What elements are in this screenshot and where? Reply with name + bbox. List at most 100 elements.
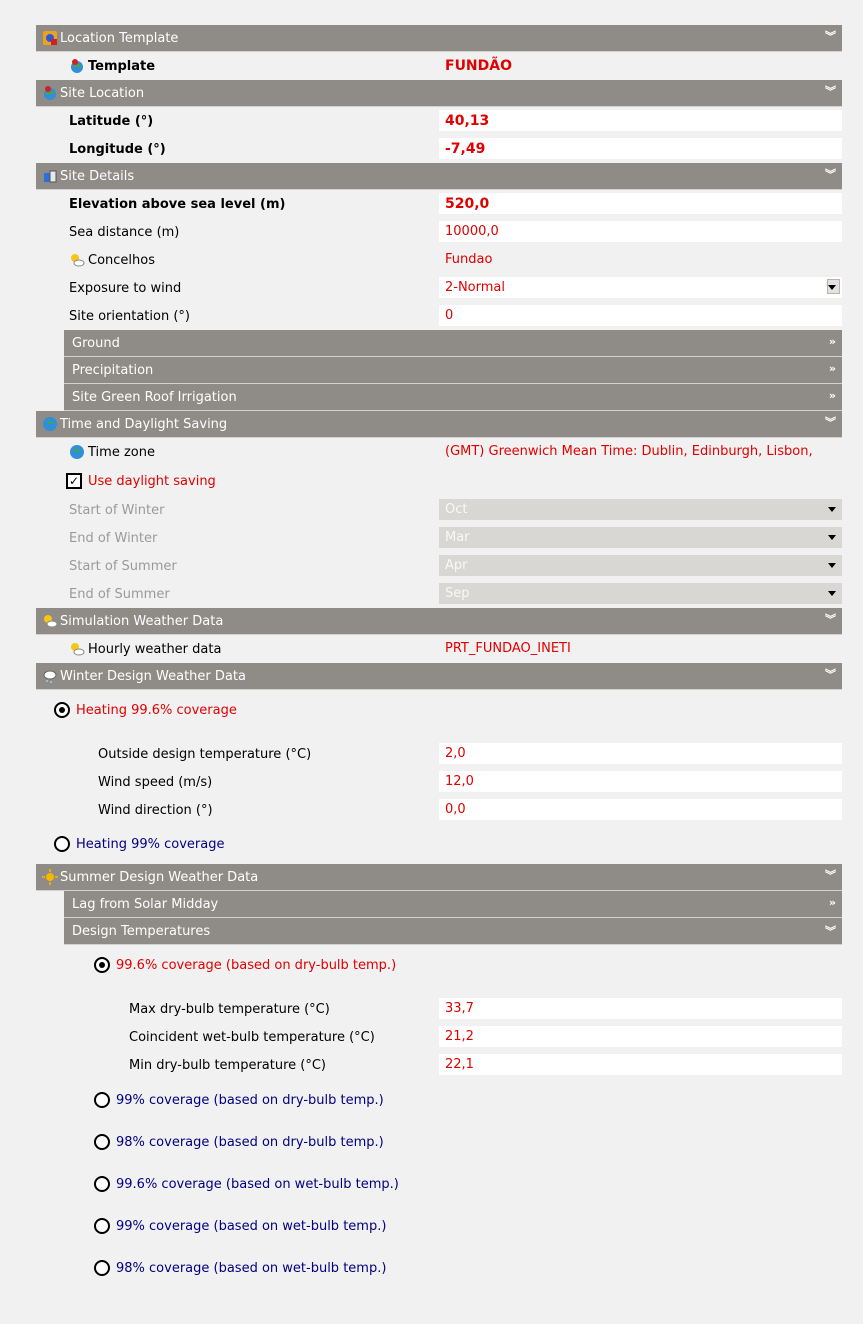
coinc-wb-input[interactable]: 21,2 (439, 1026, 842, 1047)
end-summer-row: End of Summer Sep (36, 580, 842, 608)
radio-selected-icon[interactable] (54, 702, 70, 718)
end-winter-label: End of Winter (69, 530, 158, 546)
daylight-saving-label: Use daylight saving (88, 473, 216, 489)
double-chevron-down-icon[interactable]: ︾ (825, 85, 836, 99)
start-summer-select[interactable]: Apr (439, 555, 842, 576)
end-summer-value: Sep (445, 586, 470, 601)
latitude-input[interactable]: 40,13 (439, 110, 842, 131)
double-chevron-down-icon[interactable]: ︾ (825, 168, 836, 182)
wind-direction-input[interactable]: 0,0 (439, 799, 842, 820)
summer-996-db-option[interactable]: 99.6% coverage (based on dry-bulb temp.) (36, 945, 842, 985)
globe-pin-icon (71, 59, 83, 73)
hourly-weather-label-wrap: Hourly weather data (69, 635, 221, 663)
template-label-wrap: Template (69, 52, 155, 80)
dropdown-arrow-icon[interactable] (827, 279, 840, 294)
sea-distance-row: Sea distance (m) 10000,0 (36, 218, 842, 246)
wind-speed-label: Wind speed (m/s) (98, 774, 213, 790)
summer-99-wb-option[interactable]: 99% coverage (based on wet-bulb temp.) (36, 1205, 842, 1247)
concelhos-label-wrap: Concelhos (69, 246, 155, 274)
daylight-saving-checkbox[interactable]: ✓ Use daylight saving (66, 466, 216, 496)
heating-996-label: Heating 99.6% coverage (76, 702, 237, 718)
double-chevron-right-icon[interactable]: » (829, 335, 836, 348)
subsection-title: Site Green Roof Irrigation (72, 389, 237, 405)
section-title: Winter Design Weather Data (60, 668, 246, 684)
radio-unselected-icon[interactable] (94, 1176, 110, 1192)
summer-98-wb-option[interactable]: 98% coverage (based on wet-bulb temp.) (36, 1247, 842, 1289)
template-row: Template FUNDÃO (36, 52, 842, 80)
orientation-input[interactable]: 0 (439, 305, 842, 326)
radio-unselected-icon[interactable] (94, 1260, 110, 1276)
section-winter-design-weather[interactable]: Winter Design Weather Data ︾ (36, 663, 842, 690)
section-location-template[interactable]: Location Template ︾ (36, 25, 842, 52)
min-db-input[interactable]: 22,1 (439, 1054, 842, 1075)
sun-cloud-icon (71, 643, 85, 656)
max-db-input[interactable]: 33,7 (439, 998, 842, 1019)
summer-996-wb-option[interactable]: 99.6% coverage (based on wet-bulb temp.) (36, 1163, 842, 1205)
section-site-location[interactable]: Site Location ︾ (36, 80, 842, 107)
end-winter-select[interactable]: Mar (439, 527, 842, 548)
subsection-title: Design Temperatures (72, 923, 211, 939)
latitude-label: Latitude (°) (69, 113, 154, 129)
hourly-weather-value[interactable]: PRT_FUNDAO_INETI (439, 638, 842, 659)
outside-temp-input[interactable]: 2,0 (439, 743, 842, 764)
subsection-ground[interactable]: Ground » (64, 330, 842, 357)
double-chevron-down-icon[interactable]: ︾ (825, 613, 836, 627)
summer-996-db-label: 99.6% coverage (based on dry-bulb temp.) (116, 957, 397, 973)
double-chevron-right-icon[interactable]: » (829, 896, 836, 909)
elevation-row: Elevation above sea level (m) 520,0 (36, 190, 842, 218)
exposure-value: 2-Normal (445, 280, 505, 295)
double-chevron-right-icon[interactable]: » (829, 389, 836, 402)
double-chevron-down-icon[interactable]: ︾ (825, 416, 836, 430)
template-value[interactable]: FUNDÃO (439, 55, 842, 76)
section-simulation-weather[interactable]: Simulation Weather Data ︾ (36, 608, 842, 635)
radio-selected-icon[interactable] (94, 957, 110, 973)
start-winter-row: Start of Winter Oct (36, 496, 842, 524)
double-chevron-down-icon[interactable]: ︾ (825, 668, 836, 682)
subsection-design-temperatures[interactable]: Design Temperatures ︾ (64, 918, 842, 945)
start-winter-select[interactable]: Oct (439, 499, 842, 520)
section-time-daylight[interactable]: Time and Daylight Saving ︾ (36, 411, 842, 438)
hourly-weather-label: Hourly weather data (88, 641, 222, 657)
longitude-input[interactable]: -7,49 (439, 138, 842, 159)
subsection-precipitation[interactable]: Precipitation » (64, 357, 842, 384)
exposure-select[interactable]: 2-Normal (439, 277, 842, 298)
checkbox-checked-icon[interactable]: ✓ (66, 473, 82, 489)
globe-clock-icon (70, 445, 84, 459)
subsection-title: Lag from Solar Midday (72, 896, 219, 912)
radio-unselected-icon[interactable] (94, 1134, 110, 1150)
double-chevron-down-icon[interactable]: ︾ (825, 869, 836, 883)
radio-unselected-icon[interactable] (54, 836, 70, 852)
exposure-row: Exposure to wind 2-Normal (36, 274, 842, 302)
location-template-icon (43, 31, 57, 45)
end-summer-label: End of Summer (69, 586, 170, 602)
wind-speed-input[interactable]: 12,0 (439, 771, 842, 792)
start-summer-value: Apr (445, 558, 468, 573)
heating-99-option[interactable]: Heating 99% coverage (36, 824, 842, 864)
end-summer-select[interactable]: Sep (439, 583, 842, 604)
summer-99-db-option[interactable]: 99% coverage (based on dry-bulb temp.) (36, 1079, 842, 1121)
sea-distance-input[interactable]: 10000,0 (439, 221, 842, 242)
outside-temp-row: Outside design temperature (°C) 2,0 (36, 740, 842, 768)
concelhos-row: Concelhos Fundao (36, 246, 842, 274)
subsection-lag-solar-midday[interactable]: Lag from Solar Midday » (64, 891, 842, 918)
double-chevron-right-icon[interactable]: » (829, 362, 836, 375)
section-site-details[interactable]: Site Details ︾ (36, 163, 842, 190)
radio-unselected-icon[interactable] (94, 1092, 110, 1108)
concelhos-label: Concelhos (88, 252, 155, 268)
timezone-label-wrap: Time zone (69, 438, 155, 466)
exposure-label: Exposure to wind (69, 280, 182, 296)
heating-996-option[interactable]: Heating 99.6% coverage (36, 690, 842, 730)
summer-98-db-option[interactable]: 98% coverage (based on dry-bulb temp.) (36, 1121, 842, 1163)
longitude-row: Longitude (°) -7,49 (36, 135, 842, 163)
timezone-value[interactable]: (GMT) Greenwich Mean Time: Dublin, Edinb… (439, 441, 842, 462)
daylight-saving-row: ✓ Use daylight saving (36, 466, 842, 496)
coinc-wb-row: Coincident wet-bulb temperature (°C) 21,… (36, 1023, 842, 1051)
radio-unselected-icon[interactable] (94, 1218, 110, 1234)
elevation-input[interactable]: 520,0 (439, 193, 842, 214)
section-summer-design-weather[interactable]: Summer Design Weather Data ︾ (36, 864, 842, 891)
double-chevron-down-icon[interactable]: ︾ (825, 923, 836, 939)
double-chevron-down-icon[interactable]: ︾ (825, 30, 836, 44)
concelhos-value[interactable]: Fundao (439, 249, 842, 270)
subsection-green-roof-irrigation[interactable]: Site Green Roof Irrigation » (64, 384, 842, 411)
section-title: Time and Daylight Saving (60, 416, 228, 432)
